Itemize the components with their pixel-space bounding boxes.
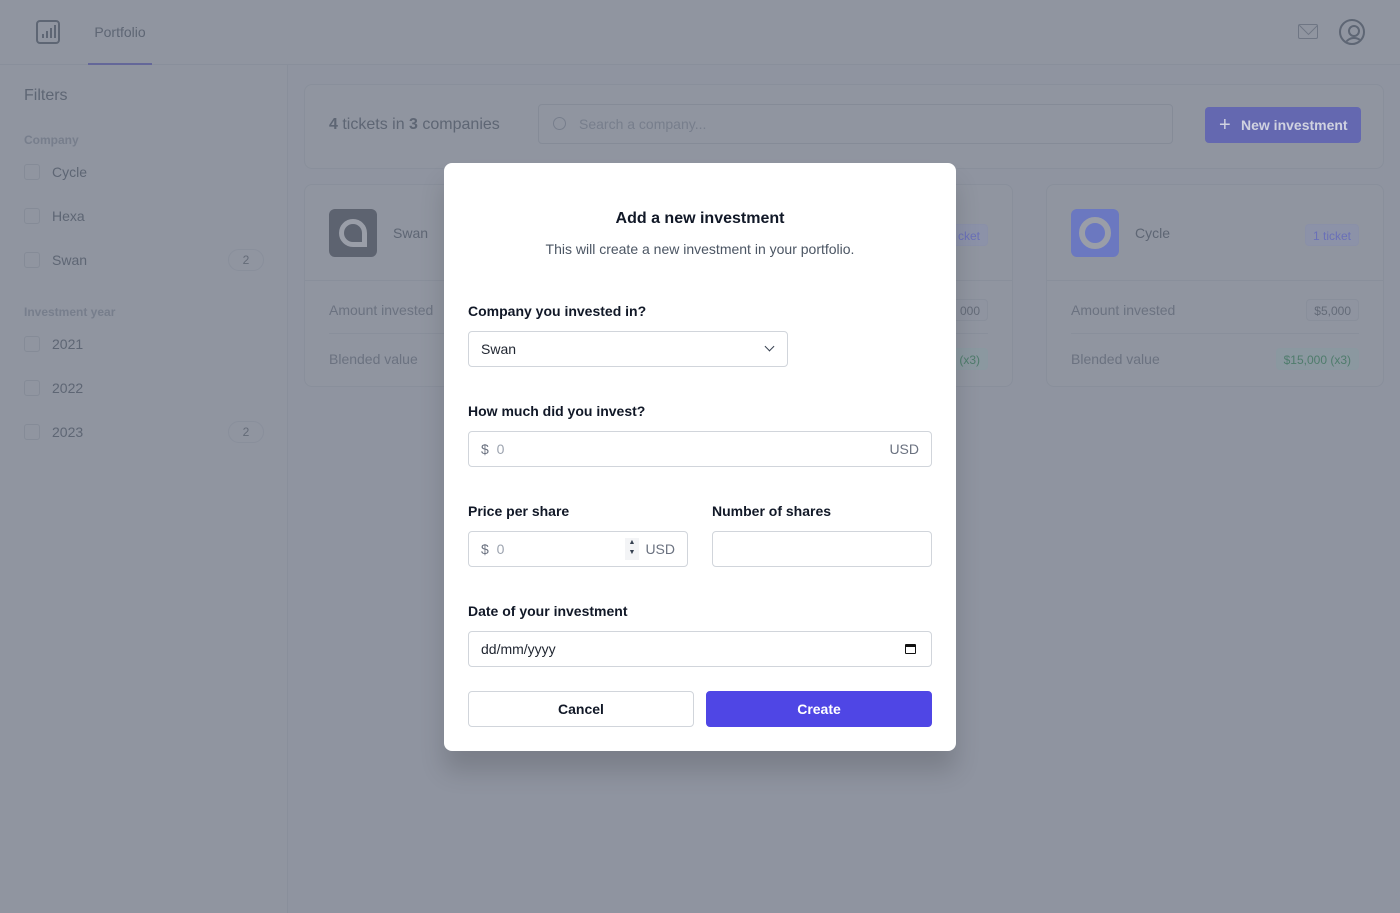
bar-chart-icon[interactable] — [36, 20, 60, 44]
date-label: Date of your investment — [468, 603, 628, 619]
filter-year-2021[interactable]: 2021 — [24, 332, 264, 356]
filters-sidebar: Filters Company Cycle Hexa Swan 2 Investm… — [0, 65, 288, 913]
new-investment-button[interactable]: + New investment — [1205, 107, 1361, 143]
mail-icon[interactable] — [1298, 24, 1318, 39]
tab-portfolio[interactable]: Portfolio — [88, 0, 152, 65]
filter-label: Hexa — [52, 208, 85, 224]
filter-label: Cycle — [52, 164, 88, 180]
ticket-badge: 1 ticket — [1304, 224, 1359, 246]
summary-text: 4 tickets in 3 companies — [329, 116, 500, 133]
cancel-button[interactable]: Cancel — [468, 691, 694, 727]
modal-subtitle: This will create a new investment in you… — [545, 241, 855, 257]
chevron-down-icon — [764, 341, 775, 352]
calendar-icon[interactable] — [905, 644, 916, 654]
company-label: Company you invested in? — [468, 303, 647, 319]
company-name: Cycle — [1135, 225, 1171, 241]
swan-logo — [329, 209, 377, 257]
search-icon — [553, 117, 566, 130]
filter-label: Swan — [52, 252, 88, 268]
amount-input[interactable]: $ 0 USD — [468, 431, 932, 467]
shares-label: Number of shares — [712, 503, 832, 519]
year-group-label: Investment year — [24, 305, 116, 319]
count-badge: 2 — [228, 421, 264, 443]
filter-year-2022[interactable]: 2022 — [24, 376, 264, 400]
date-input[interactable]: dd/mm/yyyy — [468, 631, 932, 667]
new-investment-modal: Add a new investment This will create a … — [444, 163, 956, 751]
amount-row: Amount invested $5,000 — [1071, 286, 1359, 334]
top-nav: Portfolio — [0, 0, 1400, 65]
checkbox[interactable] — [24, 208, 40, 224]
blended-row: Blended value $15,000 (x3) — [1071, 335, 1359, 383]
company-select[interactable]: Swan — [468, 331, 788, 367]
amount-label: How much did you invest? — [468, 403, 646, 419]
filter-label: 2021 — [52, 336, 84, 352]
number-stepper[interactable]: ▲ ▼ — [625, 538, 639, 560]
checkbox[interactable] — [24, 424, 40, 440]
filters-title: Filters — [24, 87, 68, 104]
filter-label: 2023 — [52, 424, 84, 440]
checkbox[interactable] — [24, 252, 40, 268]
cycle-logo — [1071, 209, 1119, 257]
company-group-label: Company — [24, 133, 79, 147]
create-button[interactable]: Create — [706, 691, 932, 727]
filter-year-2023[interactable]: 2023 2 — [24, 420, 264, 444]
plus-icon: + — [1219, 114, 1231, 136]
price-input[interactable]: $ 0 ▲ ▼ USD — [468, 531, 688, 567]
summary-bar: 4 tickets in 3 companies Search a compan… — [304, 84, 1384, 169]
shares-input[interactable] — [712, 531, 932, 567]
filter-company-swan[interactable]: Swan 2 — [24, 248, 264, 272]
search-input[interactable]: Search a company... — [538, 104, 1173, 144]
filter-label: 2022 — [52, 380, 84, 396]
filter-company-cycle[interactable]: Cycle — [24, 160, 264, 184]
checkbox[interactable] — [24, 164, 40, 180]
checkbox[interactable] — [24, 336, 40, 352]
company-card-cycle[interactable]: Cycle 1 ticket Amount invested $5,000 Blen… — [1046, 184, 1384, 387]
modal-title: Add a new investment — [615, 210, 785, 227]
user-circle-icon[interactable] — [1339, 19, 1365, 45]
company-name: Swan — [393, 225, 429, 241]
price-label: Price per share — [468, 503, 570, 519]
filter-company-hexa[interactable]: Hexa — [24, 204, 264, 228]
count-badge: 2 — [228, 249, 264, 271]
checkbox[interactable] — [24, 380, 40, 396]
